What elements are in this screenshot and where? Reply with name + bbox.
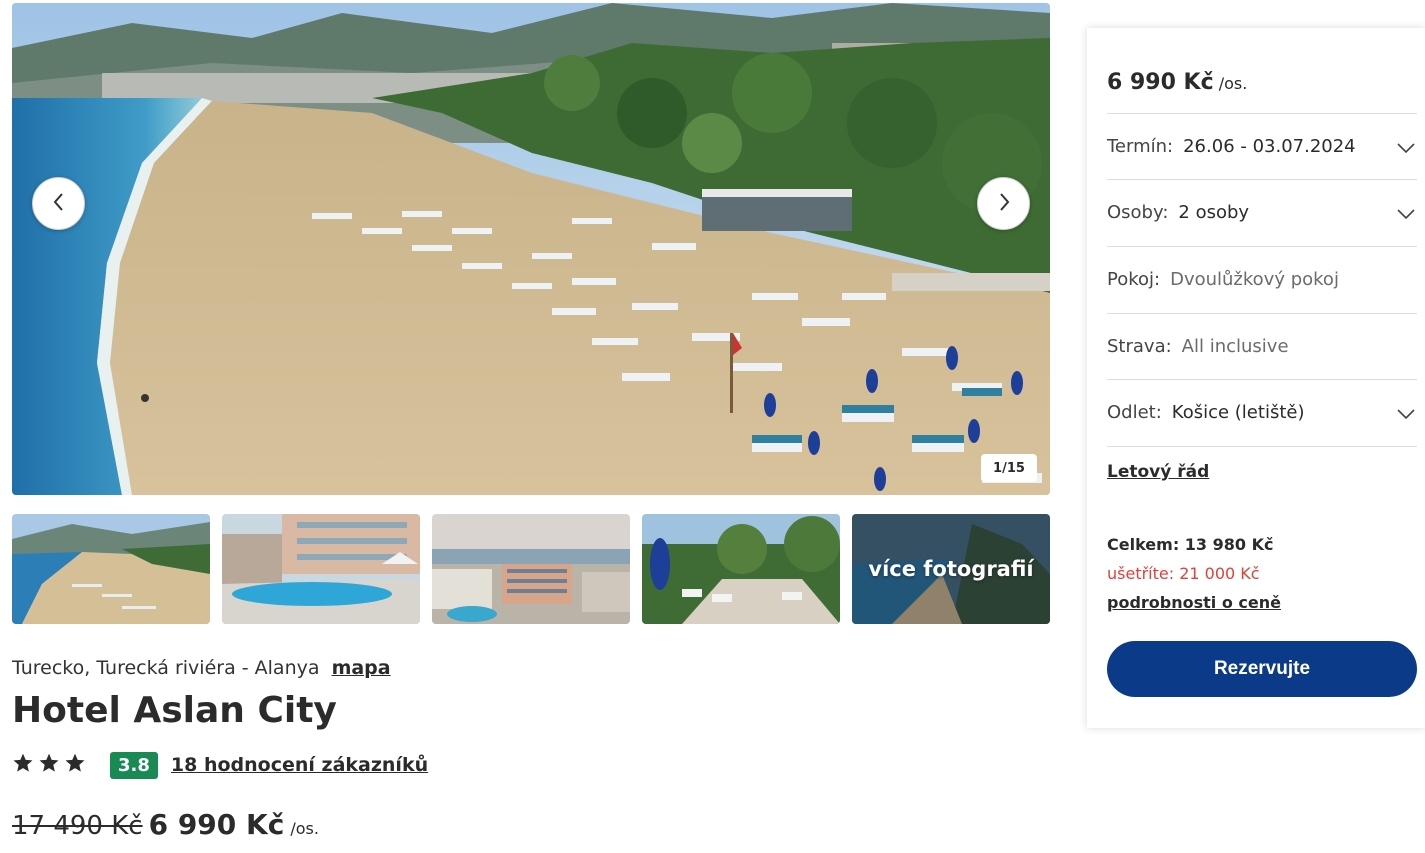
thumbnail-restaurant[interactable]: [642, 514, 840, 624]
photo-counter: 1/15: [981, 454, 1037, 482]
main-gallery-photo[interactable]: [12, 3, 1050, 495]
thumbnail-town[interactable]: [432, 514, 630, 624]
thumbnail-strip: více fotografií: [12, 514, 1050, 624]
chevron-right-icon: [997, 192, 1011, 215]
field-value: Košice (letiště): [1171, 402, 1305, 423]
chevron-down-icon: [1397, 138, 1415, 159]
price-unit: /os.: [290, 819, 319, 838]
room-field: Pokoj: Dvoulůžkový pokoj: [1107, 246, 1417, 312]
star-rating: [12, 752, 86, 778]
booking-panel: 6 990 Kč /os. Termín: 26.06 - 03.07.2024…: [1087, 28, 1425, 728]
board-field: Strava: All inclusive: [1107, 313, 1417, 379]
price-summary: Celkem: 13 980 Kč ušetříte: 21 000 Kč po…: [1107, 530, 1281, 617]
rating-row: 3.8 18 hodnocení zákazníků: [12, 750, 428, 780]
chevron-down-icon: [1397, 204, 1415, 225]
hotel-name: Hotel Aslan City: [12, 690, 337, 731]
star-icon: [12, 752, 34, 778]
chevron-left-icon: [52, 192, 66, 215]
location-text: Turecko, Turecká riviéra - Alanya: [12, 657, 320, 679]
current-price: 6 990 Kč: [148, 808, 285, 841]
gallery-next-button[interactable]: [977, 177, 1030, 230]
hotel-location: Turecko, Turecká riviéra - Alanya mapa: [12, 657, 391, 679]
thumbnail-pool[interactable]: [222, 514, 420, 624]
panel-price: 6 990 Kč /os.: [1107, 70, 1247, 95]
reviews-link[interactable]: 18 hodnocení zákazníků: [171, 754, 428, 776]
thumbnail-beach[interactable]: [12, 514, 210, 624]
field-value: Dvoulůžkový pokoj: [1170, 269, 1339, 290]
star-icon: [64, 752, 86, 778]
panel-price-unit: /os.: [1218, 74, 1248, 93]
field-label: Pokoj:: [1107, 269, 1161, 290]
old-price: 17 490 Kč: [12, 811, 143, 841]
departure-select[interactable]: Odlet: Košice (letiště): [1107, 379, 1417, 445]
price-details-link[interactable]: podrobnosti o ceně: [1107, 593, 1281, 612]
thumbnail-more-photos[interactable]: více fotografií: [852, 514, 1050, 624]
reserve-button[interactable]: Rezervujte: [1107, 641, 1417, 697]
gallery-prev-button[interactable]: [32, 177, 85, 230]
price-row: 17 490 Kč 6 990 Kč /os.: [12, 808, 319, 841]
chevron-down-icon: [1397, 404, 1415, 425]
field-value: 26.06 - 03.07.2024: [1183, 136, 1356, 157]
term-select[interactable]: Termín: 26.06 - 03.07.2024: [1107, 113, 1417, 179]
persons-select[interactable]: Osoby: 2 osoby: [1107, 179, 1417, 245]
more-photos-label: více fotografií: [868, 557, 1034, 581]
panel-price-amount: 6 990 Kč: [1107, 70, 1214, 95]
field-value: All inclusive: [1181, 336, 1289, 357]
field-label: Osoby:: [1107, 202, 1169, 223]
divider: [1107, 446, 1417, 447]
field-label: Strava:: [1107, 336, 1172, 357]
total-price: Celkem: 13 980 Kč: [1107, 535, 1274, 554]
map-link[interactable]: mapa: [332, 657, 391, 679]
flight-schedule-link[interactable]: Letový řád: [1107, 462, 1209, 482]
field-label: Termín:: [1107, 136, 1174, 157]
savings-text: ušetříte: 21 000 Kč: [1107, 564, 1260, 583]
field-label: Odlet:: [1107, 402, 1162, 423]
star-icon: [38, 752, 60, 778]
field-value: 2 osoby: [1178, 202, 1250, 223]
score-badge: 3.8: [110, 751, 158, 779]
